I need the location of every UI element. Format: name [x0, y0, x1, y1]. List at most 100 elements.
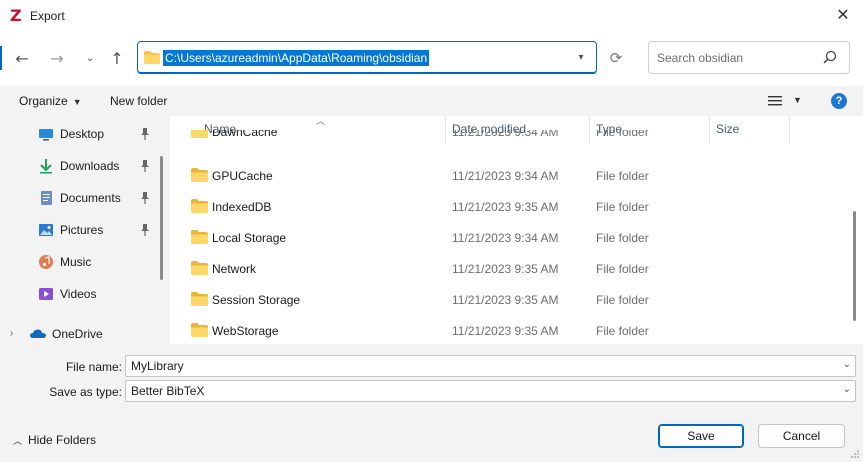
file-name-field[interactable]: MyLibrary ⌄: [125, 355, 856, 377]
folder-icon: [191, 292, 208, 306]
cancel-button[interactable]: Cancel: [758, 424, 845, 448]
file-type: File folder: [596, 231, 649, 245]
folder-icon: [191, 199, 208, 213]
videos-icon: [39, 288, 53, 300]
sidebar-scrollbar[interactable]: [160, 156, 163, 280]
pin-icon[interactable]: [139, 191, 151, 205]
folder-icon: [191, 130, 208, 138]
zotero-app-icon: Z: [10, 6, 22, 25]
table-row[interactable]: WebStorage 11/21/2023 9:35 AM File folde…: [170, 315, 850, 344]
folder-icon: [144, 51, 160, 64]
table-row[interactable]: Session Storage 11/21/2023 9:35 AM File …: [170, 284, 850, 315]
file-name-value[interactable]: MyLibrary: [131, 359, 184, 373]
file-name: GPUCache: [212, 169, 273, 183]
back-arrow-icon[interactable]: ←: [10, 47, 34, 71]
address-dropdown-icon[interactable]: ▾: [574, 50, 588, 66]
file-date: 11/21/2023 9:35 AM: [452, 293, 559, 307]
forward-arrow-icon[interactable]: →: [45, 47, 69, 71]
pin-icon[interactable]: [139, 159, 151, 173]
search-input[interactable]: Search obsidian: [657, 51, 743, 65]
save-panel: File name: MyLibrary ⌄ Save as type: Bet…: [0, 344, 863, 462]
file-type: File folder: [596, 293, 649, 307]
hide-folders-button[interactable]: ︿ Hide Folders: [13, 433, 96, 447]
sidebar-item-videos[interactable]: Videos: [0, 281, 160, 307]
save-type-label: Save as type:: [49, 385, 122, 399]
close-icon[interactable]: ✕: [833, 5, 853, 25]
expand-chevron-icon[interactable]: ›: [10, 328, 13, 339]
table-row[interactable]: Local Storage 11/21/2023 9:34 AM File fo…: [170, 222, 850, 253]
chevron-down-icon[interactable]: ⌄: [843, 359, 851, 370]
file-list: ︿ Name Date modified Type Size DawnCache…: [170, 116, 863, 344]
file-date: 11/21/2023 9:35 AM: [452, 262, 559, 276]
save-type-select[interactable]: Better BibTeX ⌄: [125, 380, 856, 402]
file-list-scrollbar[interactable]: [853, 211, 856, 321]
search-box[interactable]: Search obsidian: [648, 41, 850, 74]
file-name: Network: [212, 262, 257, 276]
sidebar-item-downloads[interactable]: Downloads: [0, 153, 160, 179]
file-type: File folder: [596, 262, 649, 276]
new-folder-button[interactable]: New folder: [110, 94, 167, 108]
sidebar-item-label: Music: [60, 255, 92, 269]
folder-icon: [191, 323, 208, 337]
sidebar-item-documents[interactable]: Documents: [0, 185, 160, 211]
file-name: Local Storage: [212, 231, 287, 245]
sidebar-item-label: Pictures: [60, 223, 104, 237]
folder-icon: [191, 230, 208, 244]
resize-grip-icon[interactable]: [850, 449, 860, 459]
file-type: File folder: [596, 130, 649, 139]
file-name-label: File name:: [65, 360, 122, 374]
sidebar-item-onedrive[interactable]: › OneDrive: [0, 321, 160, 344]
download-icon: [40, 159, 52, 174]
save-button[interactable]: Save: [658, 424, 744, 448]
title-bar: Z Export ✕: [0, 0, 863, 32]
sidebar-item-desktop[interactable]: Desktop: [0, 121, 160, 147]
documents-icon: [41, 191, 52, 205]
sidebar-item-label: Downloads: [60, 159, 120, 173]
table-row[interactable]: Network 11/21/2023 9:35 AM File folder: [170, 253, 850, 284]
sidebar-item-music[interactable]: Music: [0, 249, 160, 275]
organize-menu[interactable]: Organize ▼: [19, 94, 82, 108]
file-type: File folder: [596, 200, 649, 214]
sidebar-item-label: Documents: [60, 191, 121, 205]
command-bar: Organize ▼ New folder ▼ ?: [0, 86, 863, 116]
view-dropdown-icon[interactable]: ▼: [793, 95, 802, 105]
sidebar-item-label: Desktop: [60, 127, 105, 141]
hide-folders-label: Hide Folders: [28, 433, 97, 447]
table-row[interactable]: GPUCache 11/21/2023 9:34 AM File folder: [170, 160, 850, 191]
file-date: 11/21/2023 9:34 AM: [452, 169, 559, 183]
view-options-icon[interactable]: [768, 95, 782, 107]
address-path[interactable]: C:\Users\azureadmin\AppData\Roaming\obsi…: [163, 50, 430, 66]
folder-icon: [191, 261, 208, 275]
pictures-icon: [39, 224, 53, 236]
navigation-pane: Desktop Downloads Documents Pictures Mus…: [0, 116, 170, 344]
recent-locations-chevron-icon[interactable]: ⌄: [78, 47, 102, 71]
sidebar-item-label: OneDrive: [52, 327, 103, 341]
file-date: 11/21/2023 9:35 AM: [452, 200, 559, 214]
pin-icon[interactable]: [139, 223, 151, 237]
chevron-down-icon[interactable]: ⌄: [843, 384, 851, 395]
pin-icon[interactable]: [139, 127, 151, 141]
chevron-up-icon: ︿: [13, 436, 23, 446]
organize-label: Organize: [19, 94, 68, 108]
table-row[interactable]: IndexedDB 11/21/2023 9:35 AM File folder: [170, 191, 850, 222]
address-bar[interactable]: C:\Users\azureadmin\AppData\Roaming\obsi…: [137, 41, 597, 74]
file-date: 11/21/2023 9:34 AM: [452, 231, 559, 245]
up-arrow-icon[interactable]: ↑: [105, 47, 129, 71]
table-row[interactable]: DawnCache 11/21/2023 9:34 AM File folder: [170, 130, 850, 148]
sidebar-item-label: Videos: [60, 287, 97, 301]
sidebar-item-pictures[interactable]: Pictures: [0, 217, 160, 243]
desktop-icon: [39, 129, 53, 141]
file-name: IndexedDB: [212, 200, 272, 214]
onedrive-icon: [30, 329, 46, 338]
help-icon[interactable]: ?: [831, 93, 847, 109]
navigation-bar: ← → ⌄ ↑ C:\Users\azureadmin\AppData\Roam…: [0, 32, 863, 86]
file-date: 11/21/2023 9:35 AM: [452, 324, 559, 338]
folder-icon: [191, 168, 208, 182]
file-type: File folder: [596, 169, 649, 183]
file-name: Session Storage: [212, 293, 301, 307]
music-icon: [39, 255, 53, 269]
file-name: DawnCache: [212, 130, 278, 139]
save-type-value[interactable]: Better BibTeX: [131, 384, 204, 398]
window-title: Export: [30, 9, 65, 23]
refresh-icon[interactable]: ⟳: [604, 46, 628, 70]
